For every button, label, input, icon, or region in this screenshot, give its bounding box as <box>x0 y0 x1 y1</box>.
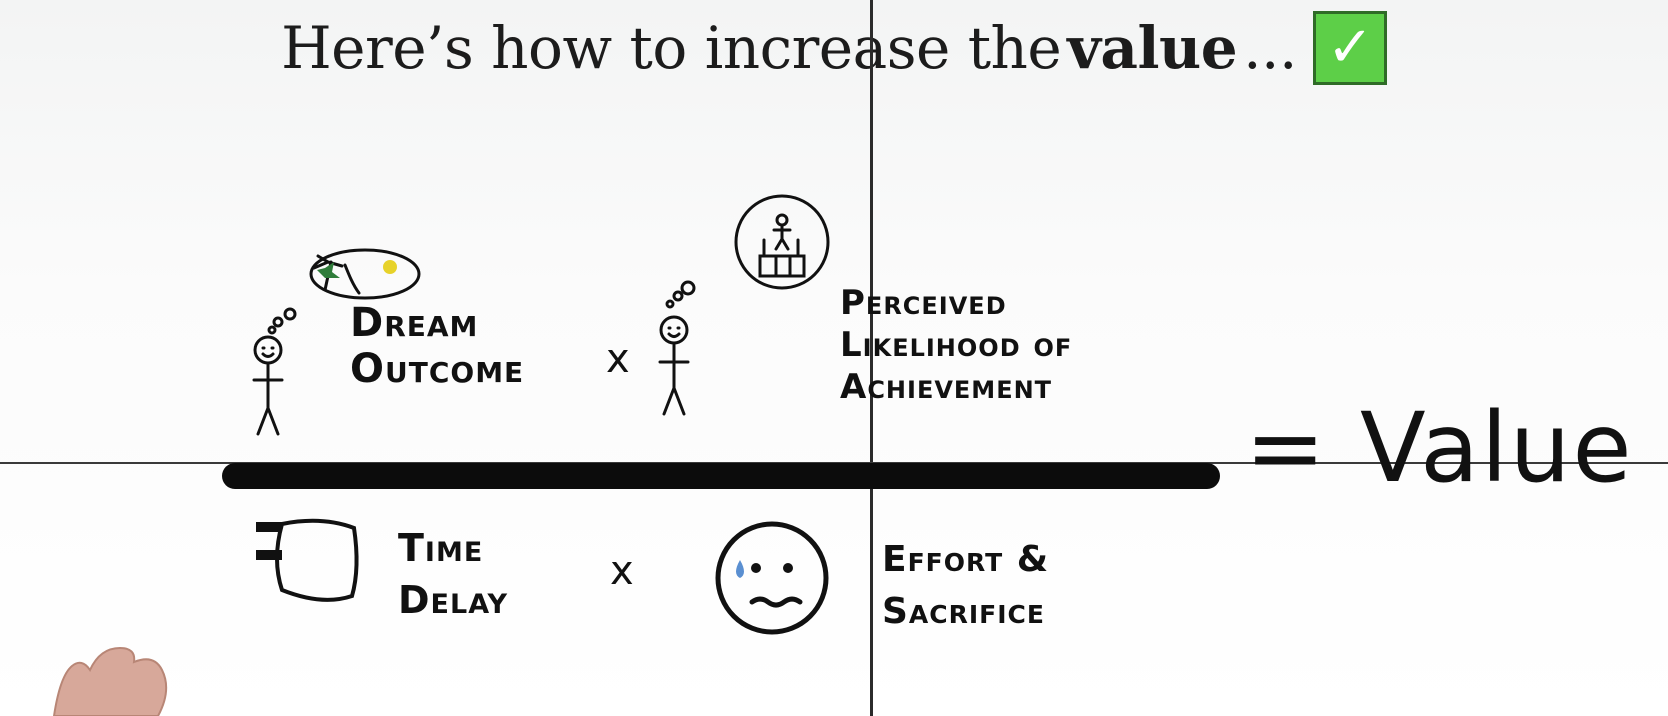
presenter-hand-icon <box>52 646 168 716</box>
hourglass-icon <box>256 518 359 602</box>
value-result: = Value <box>1245 392 1634 504</box>
headline: Here’s how to increase the value ... ✓ <box>0 8 1668 88</box>
denominator-multiply-sign: x <box>610 548 634 594</box>
equals-sign: = <box>1245 392 1328 504</box>
value-label: Value <box>1359 392 1634 504</box>
time-delay-label: Time Delay <box>398 526 509 622</box>
numerator-multiply-sign: x <box>606 336 630 382</box>
effort-sacrifice-label: Effort & Sacrifice <box>882 539 1050 632</box>
achiever-stick-figure-icon <box>658 194 830 416</box>
fraction-bar <box>222 463 1220 489</box>
headline-suffix: ... <box>1243 14 1297 82</box>
headline-prefix: Here’s how to increase the <box>281 14 1062 82</box>
headline-emphasis: value <box>1067 14 1238 82</box>
check-icon: ✓ <box>1312 11 1387 85</box>
dream-outcome-label: Dream Outcome <box>350 300 525 392</box>
perceived-likelihood-label: Perceived Likelihood of Achievement <box>840 283 1073 407</box>
sad-face-icon <box>715 521 829 635</box>
